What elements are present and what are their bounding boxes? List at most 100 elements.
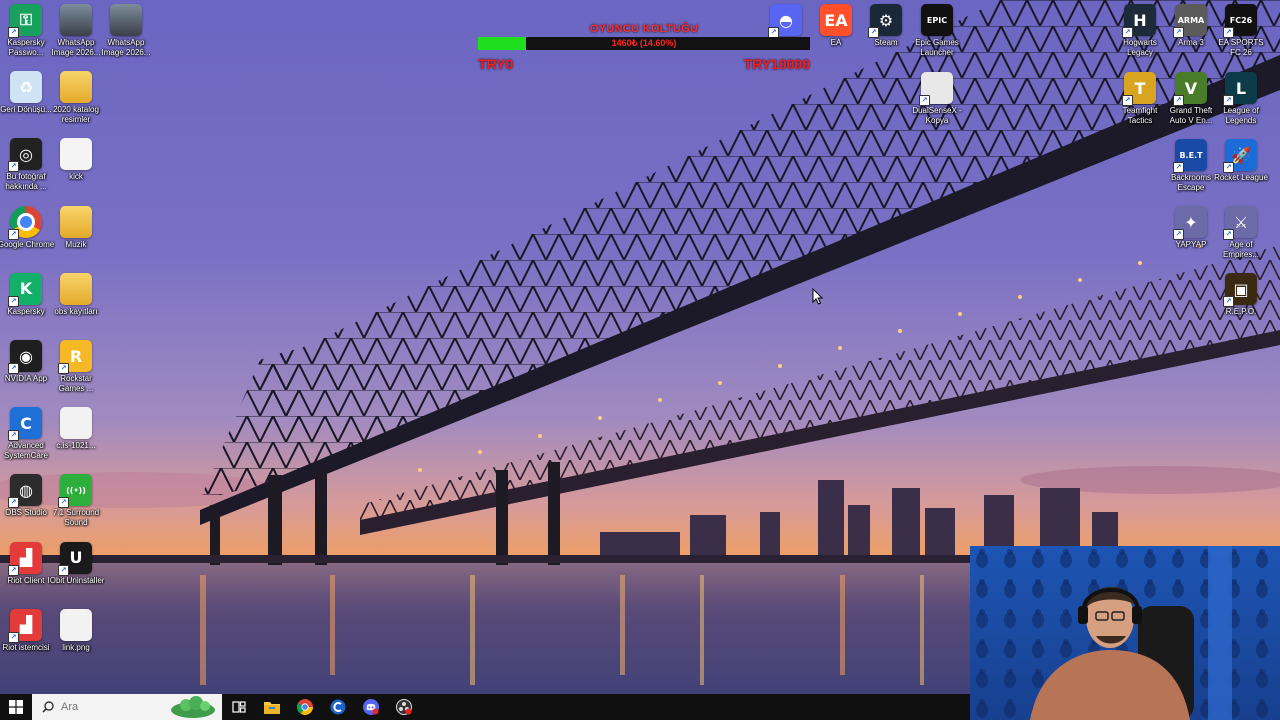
desktop-shortcut[interactable]: 🚀 ↗ Rocket League: [1214, 139, 1268, 205]
desktop-shortcut[interactable]: ARMA ↗ Arma 3: [1165, 4, 1217, 70]
desktop-shortcut[interactable]: WhatsApp Image 2026...: [50, 4, 102, 70]
backrooms-icon: B.E.T ↗: [1173, 139, 1207, 173]
desktop-shortcut[interactable]: c.is-1021...: [50, 407, 102, 473]
shortcut-arrow-icon: ↗: [8, 564, 19, 576]
chrome-icon: ↗: [8, 205, 42, 240]
discord-icon: [362, 699, 379, 715]
mouse-cursor-icon: [812, 288, 824, 305]
desktop-shortcut[interactable]: WhatsApp Image 2026...: [100, 4, 152, 70]
shortcut-arrow-icon: ↗: [8, 497, 19, 509]
image-file-icon: [60, 608, 92, 641]
windows-logo-icon: [9, 700, 23, 714]
image-file-icon: [60, 4, 92, 36]
search-input[interactable]: [61, 701, 171, 713]
desktop-shortcut-label: 7.1 Surround Sound: [52, 508, 100, 528]
shortcut-arrow-icon: ↗: [1223, 162, 1234, 173]
rocket-league-icon: 🚀 ↗: [1223, 139, 1257, 173]
desktop-shortcut-label: Hogwarts Legacy: [1123, 38, 1157, 57]
desktop-shortcut[interactable]: ▟ ↗ Riot Client: [0, 541, 52, 608]
desktop-shortcut[interactable]: ↗ Google Chrome: [0, 205, 54, 272]
desktop-shortcut-label: Epic Games Launcher: [915, 38, 959, 57]
shortcut-arrow-icon: ↗: [1223, 95, 1234, 106]
shortcut-arrow-icon: ↗: [58, 564, 69, 576]
start-button[interactable]: [0, 694, 32, 720]
ccleaner-icon: [330, 699, 345, 715]
desktop-shortcut-label: DualSenseX - Kopya: [912, 106, 962, 125]
nvidia-icon: ◉ ↗: [8, 340, 42, 374]
search-icon: [42, 701, 54, 713]
desktop-shortcut-label: obs kayıtları: [54, 306, 98, 316]
dualsensex-icon: ↗: [919, 72, 953, 106]
desktop-shortcut[interactable]: ◎ ↗ Bu fotoğraf hakkında ...: [0, 138, 52, 204]
shortcut-arrow-icon: ↗: [919, 95, 930, 106]
shortcut-arrow-icon: ↗: [1223, 229, 1234, 240]
desktop-shortcut[interactable]: U ↗ IObit Uninstaller: [48, 541, 104, 608]
goal-max-label: TRY10000: [743, 56, 810, 72]
desktop-shortcut[interactable]: obs kayıtları: [50, 272, 102, 339]
desktop-shortcut[interactable]: ⚔ ↗ Age of Empires...: [1215, 206, 1267, 272]
taskbar-obs[interactable]: [387, 694, 420, 720]
photo-info-icon: ◎ ↗: [8, 138, 42, 173]
desktop-shortcut[interactable]: link.png: [50, 608, 102, 675]
shortcut-arrow-icon: ↗: [1173, 27, 1184, 38]
desktop-shortcut[interactable]: kick: [50, 138, 102, 204]
steam-icon: ⚙ ↗: [868, 4, 902, 38]
teamfight-tactics-icon: T ↗: [1122, 72, 1156, 106]
kaspersky-password-icon: ⚿ ↗: [8, 4, 42, 38]
webcam-feed: [970, 546, 1280, 720]
desktop-shortcut[interactable]: ✦ ↗ YAPYAP: [1165, 206, 1217, 272]
desktop-shortcut-label: kick: [69, 172, 83, 182]
chrome-icon: [296, 699, 313, 715]
desktop-shortcut[interactable]: ◍ ↗ OBS Studio: [0, 474, 52, 540]
desktop-shortcut[interactable]: L ↗ League of Legends: [1215, 72, 1267, 138]
desktop-shortcut[interactable]: C ↗ Advanced SystemCare: [0, 407, 52, 473]
taskbar-file-explorer[interactable]: [255, 694, 288, 720]
obs-icon: [395, 699, 412, 715]
shortcut-arrow-icon: ↗: [1122, 95, 1133, 106]
desktop-shortcut[interactable]: B.E.T↗Backrooms Escape Together: [1165, 139, 1217, 205]
desktop-shortcut[interactable]: ♻ Geri Dönüşü...: [0, 71, 52, 137]
desktop-shortcut[interactable]: ◉ ↗ NVIDIA App: [0, 340, 52, 406]
taskbar-chrome[interactable]: [288, 694, 321, 720]
iobit-uninstaller-icon: U ↗: [58, 541, 92, 576]
shortcut-arrow-icon: ↗: [8, 631, 19, 643]
repo-icon: ▣ ↗: [1223, 273, 1257, 307]
shortcut-arrow-icon: ↗: [1173, 95, 1184, 106]
desktop-shortcut[interactable]: T ↗ Teamfight Tactics: [1114, 72, 1166, 138]
desktop-shortcut[interactable]: ▟ ↗ Riot istemcisi: [0, 608, 52, 675]
desktop-shortcut[interactable]: K ↗ Kaspersky: [0, 272, 52, 339]
desktop-shortcut[interactable]: 2020 katalog resimler: [50, 71, 102, 137]
desktop-shortcut[interactable]: Muzik: [50, 205, 102, 272]
task-view-button[interactable]: [222, 694, 255, 720]
shortcut-arrow-icon: ↗: [58, 497, 69, 509]
desktop-shortcut[interactable]: H ↗ Hogwarts Legacy: [1114, 4, 1166, 70]
taskbar-search-box[interactable]: [32, 694, 222, 720]
desktop-shortcut-label: Muzik: [65, 239, 87, 249]
desktop-shortcut[interactable]: R ↗ Rockstar Games ...: [50, 340, 102, 406]
desktop-shortcut-label: WhatsApp Image 2026...: [101, 38, 151, 57]
desktop-shortcut[interactable]: V ↗ Grand Theft Auto V En...: [1165, 72, 1217, 138]
desktop-shortcut[interactable]: FC26 ↗ EA SPORTS FC 26: [1215, 4, 1267, 70]
yapyap-icon: ✦ ↗: [1173, 206, 1207, 240]
desktop-shortcut[interactable]: ((•)) ↗ 7.1 Surround Sound: [50, 474, 102, 540]
epic-games-icon: EPIC: [921, 4, 953, 36]
desktop-shortcut[interactable]: ⚿ ↗ Kaspersky Passwo...: [0, 4, 52, 70]
desktop-shortcut-label: Rocket League: [1214, 173, 1268, 182]
desktop-shortcut[interactable]: ▣ ↗ R.E.P.O.: [1215, 273, 1267, 339]
surround-sound-icon: ((•)) ↗: [58, 474, 92, 509]
archive-icon: [60, 407, 92, 440]
shortcut-arrow-icon: ↗: [1173, 229, 1184, 240]
desktop-shortcut[interactable]: EA EA: [810, 4, 862, 70]
hogwarts-legacy-icon: H ↗: [1122, 4, 1156, 38]
donation-goal-widget: OYUNCU KOLTUĞU 1460₺ (14.60%) TRY0 TRY10…: [478, 20, 810, 76]
desktop-shortcut[interactable]: ⚙ ↗ Steam: [860, 4, 912, 70]
shortcut-arrow-icon: ↗: [1122, 27, 1133, 38]
desktop-shortcut[interactable]: ↗ DualSenseX - Kopya: [911, 72, 963, 138]
desktop-shortcut-label: EA SPORTS FC 26: [1218, 38, 1264, 57]
taskbar-discord[interactable]: [354, 694, 387, 720]
obs-icon: ◍ ↗: [8, 474, 42, 509]
ea-icon: EA: [820, 4, 852, 36]
desktop-shortcut[interactable]: EPIC Epic Games Launcher: [911, 4, 963, 70]
shortcut-arrow-icon: ↗: [8, 161, 19, 173]
taskbar-ccleaner[interactable]: [321, 694, 354, 720]
